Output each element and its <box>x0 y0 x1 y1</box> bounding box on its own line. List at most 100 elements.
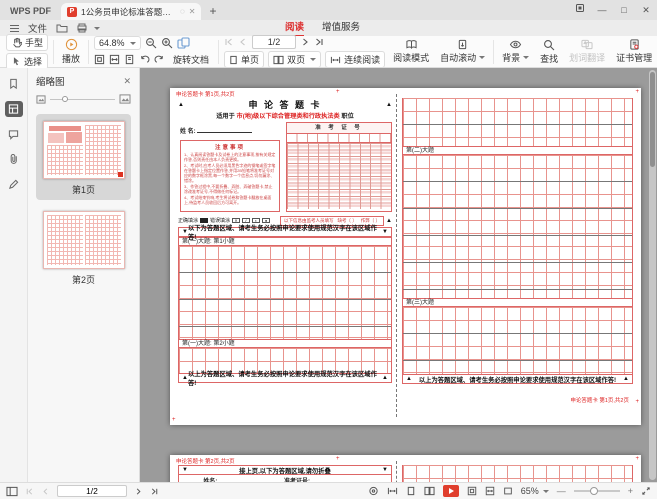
slideshow-play-button[interactable] <box>443 485 459 497</box>
answer-banner-bottom: ▲ 以上为答题区域、请考生务必按照申论要求使用规范汉字在该区域作答! ▲ <box>402 374 633 384</box>
eye-protect-icon[interactable] <box>368 486 379 496</box>
zoom-in-button[interactable]: + <box>628 486 633 496</box>
prev-page-icon[interactable] <box>41 487 50 496</box>
undo-icon[interactable] <box>139 54 150 65</box>
minimize-button[interactable]: — <box>591 0 613 20</box>
slider-knob[interactable] <box>62 96 68 102</box>
certificate-manage-button[interactable]: 证书管理 <box>613 39 655 64</box>
document-tab[interactable]: P 1公务员申论标准答题纸(彩色... ◌ ✕ <box>61 3 201 20</box>
status-page-input[interactable] <box>57 485 127 497</box>
hamburger-icon[interactable] <box>10 25 19 32</box>
fullscreen-icon[interactable] <box>503 486 513 496</box>
fit-width-icon[interactable] <box>109 54 120 65</box>
fit-width-icon[interactable] <box>485 486 495 496</box>
thumbnails-panel-icon[interactable] <box>5 101 23 117</box>
notice-item: 3、作答过程中,不要折叠、弄脏、弄破答题卡,禁止涂改准考证号,不得做任何标记。 <box>184 184 276 194</box>
toolbar: 手型 选择 播放 64.8% <box>0 36 657 68</box>
workspace-icon[interactable] <box>569 0 591 20</box>
tab-close-icon[interactable]: ✕ <box>189 7 196 16</box>
fit-page-icon[interactable] <box>94 54 105 65</box>
zoom-in-icon[interactable] <box>161 37 173 49</box>
sheet-right-half <box>402 465 633 482</box>
crop-mark: + <box>635 399 639 405</box>
chevron-down-icon <box>543 490 549 493</box>
sheet-left-half: ▲ 申 论 答 题 卡 ▲ 适用于 市(地)级以下综合管理类和行政执法类 职位 … <box>178 98 392 383</box>
panel-title: 缩略图 <box>36 74 65 88</box>
first-page-icon[interactable] <box>224 37 234 47</box>
statusbar: 65% — + <box>0 482 657 499</box>
hand-tool-button[interactable]: 手型 <box>6 34 48 51</box>
sheet-subtitle: 适用于 市(地)级以下综合管理类和行政执法类 职位 <box>178 111 392 122</box>
page-number-input[interactable] <box>252 35 296 49</box>
comments-panel-icon[interactable] <box>5 126 23 142</box>
fit-page-icon[interactable] <box>467 486 477 496</box>
notice-title: 注意事项 <box>184 143 276 151</box>
background-button[interactable]: 背景 <box>499 39 532 64</box>
play-circle-icon <box>65 38 78 51</box>
sync-status-icon: ◌ <box>180 7 185 16</box>
play-button[interactable]: 播放 <box>59 38 83 65</box>
last-page-icon[interactable] <box>314 37 324 47</box>
continuous-read-icon <box>330 55 341 65</box>
page-1-preview <box>43 121 125 179</box>
vertical-scrollbar[interactable] <box>649 70 656 480</box>
resize-grip-icon[interactable] <box>641 486 651 496</box>
search-icon <box>543 39 555 51</box>
thumb-larger-icon[interactable] <box>119 94 131 104</box>
attachments-panel-icon[interactable] <box>5 151 23 167</box>
wps-pdf-window: WPS PDF P 1公务员申论标准答题纸(彩色... ◌ ✕ + — □ ✕ … <box>0 0 657 499</box>
crop-mark: + <box>336 456 340 462</box>
crop-mark: + <box>635 456 639 462</box>
sidebar-toggle-icon[interactable] <box>6 486 18 497</box>
redo-icon[interactable] <box>154 54 165 65</box>
chevron-down-icon <box>310 58 316 61</box>
zoom-out-button[interactable]: — <box>557 486 566 496</box>
double-page-button[interactable]: 双页 <box>268 51 321 68</box>
chevron-down-icon <box>523 56 529 59</box>
zoom-level-dropdown[interactable]: 64.8% <box>94 36 141 50</box>
thumbnail-page-2[interactable]: 第2页 <box>36 204 131 290</box>
print-icon[interactable] <box>76 23 88 33</box>
read-mode-button[interactable]: 阅读模式 <box>390 39 432 64</box>
thumb-smaller-icon[interactable] <box>36 95 46 104</box>
chevron-down-icon[interactable] <box>94 27 100 30</box>
zoom-slider[interactable] <box>574 490 620 492</box>
new-tab-button[interactable]: + <box>201 4 224 20</box>
next-page-icon[interactable] <box>300 37 310 47</box>
maximize-button[interactable]: □ <box>613 0 635 20</box>
compare-pages-icon[interactable] <box>177 37 190 49</box>
zoom-slider-knob[interactable] <box>590 487 598 495</box>
fit-visible-icon[interactable] <box>124 54 135 65</box>
body: 缩略图 ✕ 第1页 第2页 <box>0 68 657 482</box>
close-button[interactable]: ✕ <box>635 0 657 20</box>
double-page-icon[interactable] <box>424 486 435 496</box>
thumb-size-slider[interactable] <box>50 99 115 100</box>
thumbnail-label: 第2页 <box>42 273 125 286</box>
bookmarks-panel-icon[interactable] <box>5 76 23 92</box>
prev-page-icon[interactable] <box>238 37 248 47</box>
find-button[interactable]: 查找 <box>537 39 561 65</box>
open-folder-icon[interactable] <box>56 23 68 33</box>
select-tool-button[interactable]: 选择 <box>6 53 48 70</box>
chevron-down-icon <box>479 56 485 59</box>
thumbnail-page-1[interactable]: 第1页 <box>36 114 131 200</box>
last-page-icon[interactable] <box>150 487 159 496</box>
first-page-icon[interactable] <box>25 487 34 496</box>
single-page-button[interactable]: 单页 <box>224 51 264 68</box>
ticket-bubble-grid <box>287 143 391 209</box>
continuous-read-button[interactable]: 连续阅读 <box>325 51 385 68</box>
zoom-level-dropdown[interactable]: 65% <box>521 486 549 496</box>
document-viewport[interactable]: + + + + 申论答题卡 第1页,共2页 ▲ 申 论 答 题 卡 ▲ 适用于 … <box>140 68 657 482</box>
scrollbar-thumb[interactable] <box>650 72 655 167</box>
panel-close-icon[interactable]: ✕ <box>123 76 131 87</box>
next-page-icon[interactable] <box>134 487 143 496</box>
answer-grid <box>402 307 633 374</box>
single-page-icon[interactable] <box>406 486 416 496</box>
auto-scroll-button[interactable]: 自动滚动 <box>437 39 488 64</box>
zoom-out-icon[interactable] <box>145 37 157 49</box>
rotate-document-button[interactable]: 旋转文档 <box>169 52 213 67</box>
signature-panel-icon[interactable] <box>5 176 23 192</box>
auto-scroll-icon <box>457 39 468 50</box>
continuous-read-icon[interactable] <box>387 486 398 496</box>
answer-banner-bottom: ▲ 以上为答题区域、请考生务必按照申论要求使用规范汉字在该区域作答! ▲ <box>178 373 392 383</box>
